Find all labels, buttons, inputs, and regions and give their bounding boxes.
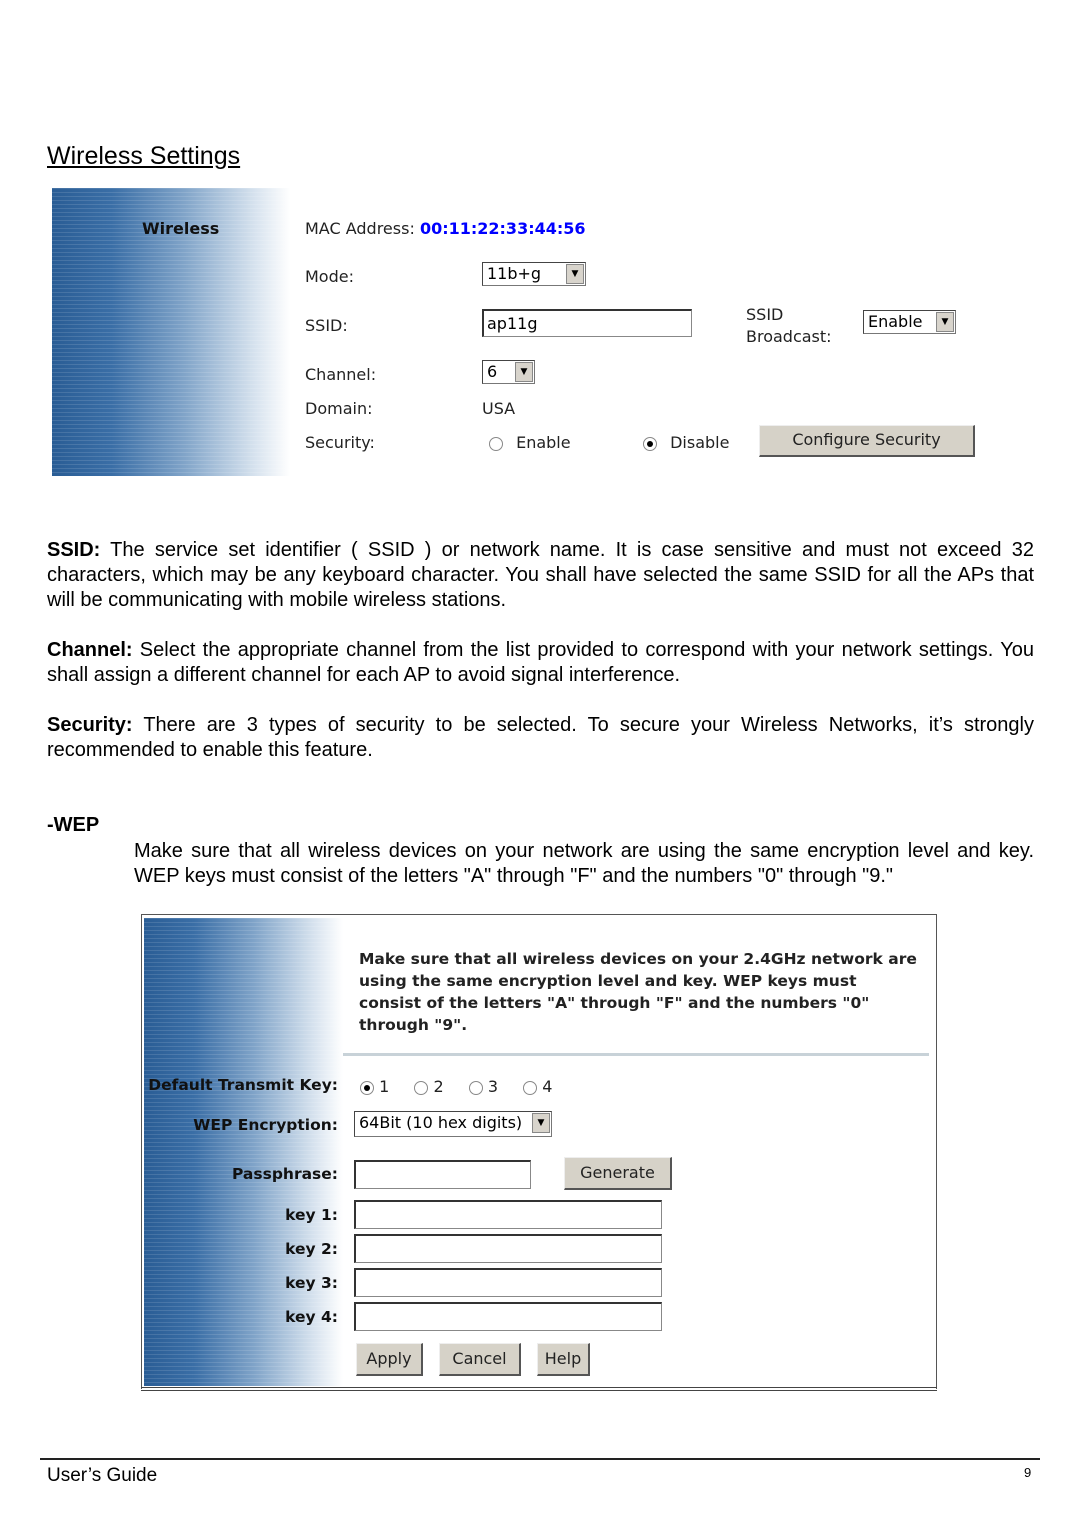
channel-text: Select the appropriate channel from the …: [47, 639, 1034, 686]
section-label-wireless: Wireless: [142, 219, 220, 238]
ssid-broadcast-label-line1: SSID: [746, 305, 784, 324]
channel-label: Channel:: [305, 365, 377, 384]
default-transmit-key-label: Default Transmit Key:: [148, 1076, 338, 1094]
mode-select[interactable]: 11b+g ▼: [482, 262, 586, 286]
ssid-label: SSID:: [305, 316, 348, 335]
key-3-label: key 3:: [285, 1274, 338, 1292]
wep-encryption-select[interactable]: 64Bit (10 hex digits) ▼: [354, 1111, 552, 1137]
security-disable-label: Disable: [670, 433, 730, 452]
key-3-radio[interactable]: [468, 1080, 483, 1095]
key-1-label: key 1:: [285, 1206, 338, 1224]
ssid-broadcast-value: Enable: [868, 312, 923, 331]
security-description: Security: There are 3 types of security …: [47, 713, 1034, 763]
key-option-1[interactable]: 1: [360, 1077, 389, 1096]
apply-button[interactable]: Apply: [356, 1343, 423, 1376]
panel-note: Make sure that all wireless devices on y…: [359, 950, 917, 1034]
passphrase-label: Passphrase:: [231, 1165, 338, 1183]
mac-address-label: MAC Address:: [305, 219, 415, 238]
divider: [343, 1053, 929, 1056]
help-button[interactable]: Help: [537, 1343, 590, 1376]
page-number: 9: [1024, 1465, 1032, 1480]
key-1-radio[interactable]: [360, 1080, 374, 1095]
ssid-broadcast-select[interactable]: Enable ▼: [863, 310, 956, 334]
domain-value: USA: [482, 399, 516, 418]
ssid-text: The service set identifier ( SSID ) or n…: [47, 539, 1034, 611]
key-3-input[interactable]: [354, 1268, 662, 1297]
channel-select[interactable]: 6 ▼: [482, 360, 535, 384]
domain-label: Domain:: [305, 399, 373, 418]
mode-label: Mode:: [305, 267, 354, 286]
key-option-3[interactable]: 3: [468, 1077, 498, 1096]
key-1-input[interactable]: [354, 1200, 662, 1229]
wep-description: Make sure that all wireless devices on y…: [134, 840, 1034, 887]
security-text: There are 3 types of security to be sele…: [47, 714, 1034, 761]
page-title: Wireless Settings: [47, 142, 241, 170]
mac-address-row: MAC Address: 00:11:22:33:44:56: [305, 219, 586, 238]
security-label: Security:: [305, 433, 375, 452]
wep-heading: -WEP: [47, 814, 100, 836]
wep-encryption-label: WEP Encryption:: [193, 1116, 338, 1134]
security-term: Security:: [47, 714, 133, 736]
chevron-down-icon[interactable]: ▼: [566, 264, 584, 284]
ssid-broadcast-label-line2: Broadcast:: [746, 327, 832, 346]
ssid-input[interactable]: [482, 309, 692, 337]
ssid-broadcast-label: SSID Broadcast:: [746, 304, 832, 348]
ssid-description: SSID: The service set identifier ( SSID …: [47, 538, 1034, 613]
key-4-label: key 4:: [285, 1308, 338, 1326]
key-2-label: key 2:: [285, 1240, 338, 1258]
security-disable-option[interactable]: Disable: [643, 433, 729, 452]
mac-address-value: 00:11:22:33:44:56: [419, 219, 586, 238]
generate-button[interactable]: Generate: [564, 1157, 672, 1190]
security-enable-label: Enable: [516, 433, 571, 452]
key-4-radio[interactable]: [523, 1080, 538, 1095]
key-4-input[interactable]: [354, 1302, 662, 1331]
key-2-radio[interactable]: [414, 1080, 429, 1095]
chevron-down-icon[interactable]: ▼: [532, 1113, 550, 1133]
security-enable-option[interactable]: Enable: [489, 433, 571, 452]
passphrase-input[interactable]: [354, 1160, 531, 1189]
channel-term: Channel:: [47, 639, 133, 661]
chevron-down-icon[interactable]: ▼: [515, 362, 533, 382]
key-option-4[interactable]: 4: [523, 1077, 552, 1096]
configure-security-button[interactable]: Configure Security: [759, 425, 975, 457]
channel-description: Channel: Select the appropriate channel …: [47, 638, 1034, 688]
wireless-settings-panel: Wireless MAC Address: 00:11:22:33:44:56 …: [52, 188, 982, 478]
wep-encryption-value: 64Bit (10 hex digits): [359, 1113, 523, 1132]
security-enable-radio[interactable]: [489, 436, 503, 451]
cancel-button[interactable]: Cancel: [439, 1343, 521, 1376]
chevron-down-icon[interactable]: ▼: [936, 312, 954, 332]
ssid-term: SSID:: [47, 539, 101, 561]
panel-bottom-rule: [141, 1387, 937, 1391]
footer-rule: [40, 1458, 1040, 1460]
wep-settings-panel: Make sure that all wireless devices on y…: [141, 914, 937, 1389]
channel-value: 6: [487, 362, 498, 381]
key-option-2[interactable]: 2: [414, 1077, 444, 1096]
default-key-options: 1 2 3 4: [360, 1077, 552, 1096]
security-disable-radio[interactable]: [643, 436, 657, 451]
key-2-input[interactable]: [354, 1234, 662, 1263]
footer-title: User’s Guide: [47, 1465, 158, 1486]
mode-value: 11b+g: [487, 264, 542, 283]
